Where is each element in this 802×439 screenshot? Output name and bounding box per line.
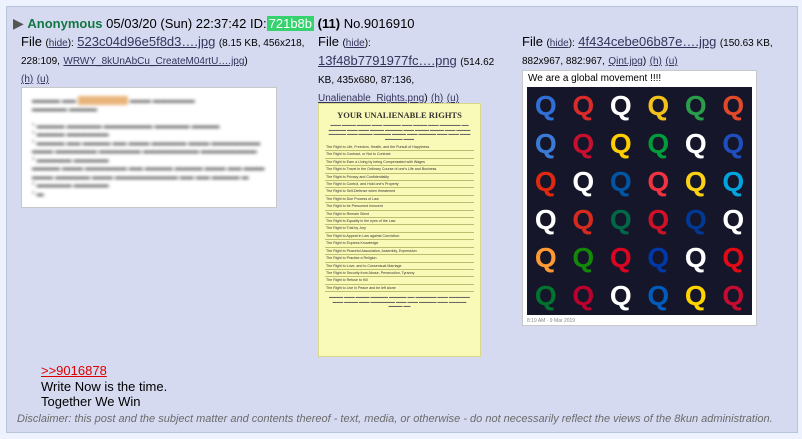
flag-q-icon: Q (572, 204, 595, 235)
file-label: File (21, 34, 42, 49)
flag-q-icon: Q (609, 280, 632, 311)
post-no-link[interactable]: No. (344, 16, 364, 31)
flag-q-icon: Q (534, 90, 557, 121)
hash-search-link[interactable]: (h) (650, 56, 662, 67)
file-thumbnail-3[interactable]: We are a global movement !!!! QQQQQQQQQQ… (522, 70, 757, 326)
hide-file-link[interactable]: hide (346, 38, 365, 49)
flag-q-icon: Q (534, 128, 557, 159)
image-caption: We are a global movement !!!! (528, 73, 662, 84)
flag-q-icon: Q (684, 204, 707, 235)
flag-q-icon: Q (572, 280, 595, 311)
file-label: File (318, 34, 339, 49)
post-menu-triangle-icon[interactable]: ▶ (13, 15, 24, 31)
flag-q-icon: Q (534, 280, 557, 311)
poster-name: Anonymous (27, 16, 103, 31)
flag-q-icon: Q (684, 242, 707, 273)
flag-q-icon: Q (534, 242, 557, 273)
poster-id[interactable]: 721b8b (266, 16, 315, 31)
flag-q-icon: Q (572, 90, 595, 121)
file-label: File (522, 34, 543, 49)
flag-q-icon: Q (722, 90, 745, 121)
body-line: Write Now is the time. (41, 378, 168, 394)
flag-q-icon: Q (609, 166, 632, 197)
flag-q-icon: Q (684, 280, 707, 311)
post-datetime: 05/03/20 (Sun) 22:37:42 (106, 16, 247, 31)
flag-q-icon: Q (647, 242, 670, 273)
post-body: >>9016878 Write Now is the time. Togethe… (41, 363, 167, 410)
flag-q-icon: Q (609, 204, 632, 235)
body-line: Together We Win (41, 394, 141, 409)
flag-q-icon: Q (647, 204, 670, 235)
hide-file-link[interactable]: hide (550, 38, 569, 49)
file-original-name-link[interactable]: Qint.jpg (608, 56, 642, 67)
q-flag-grid: QQQQQQQQQQQQQQQQQQQQQQQQQQQQQQQQQQQQ (527, 87, 752, 315)
rights-list: The Right to Life, Freedom, Health, and … (325, 144, 474, 293)
flag-q-icon: Q (609, 128, 632, 159)
flag-q-icon: Q (572, 242, 595, 273)
flag-q-icon: Q (722, 128, 745, 159)
upload-search-link[interactable]: (u) (37, 74, 49, 85)
flag-q-icon: Q (684, 166, 707, 197)
flag-q-icon: Q (534, 204, 557, 235)
file-original-name-link[interactable]: WRWY_8kUnAbCu_CreateM04rtU….jpg (63, 56, 244, 67)
file-name-link[interactable]: 13f48b7791977fc….png (318, 53, 457, 68)
flag-q-icon: Q (722, 242, 745, 273)
file-name-link[interactable]: 4f434cebe06b87e….jpg (578, 34, 716, 49)
file-info-3: File (hide): 4f434cebe06b87e….jpg (150.6… (522, 34, 773, 67)
upload-search-link[interactable]: (u) (665, 56, 677, 67)
hide-file-link[interactable]: hide (49, 38, 68, 49)
hash-search-link[interactable]: (h) (21, 74, 33, 85)
flag-q-icon: Q (572, 166, 595, 197)
flag-q-icon: Q (647, 166, 670, 197)
flag-q-icon: Q (684, 128, 707, 159)
disclaimer: Disclaimer: this post and the subject ma… (17, 413, 773, 425)
file-info-2: File (hide): 13f48b7791977fc….png (514.6… (318, 34, 495, 104)
flag-q-icon: Q (722, 280, 745, 311)
flag-q-icon: Q (684, 90, 707, 121)
flag-q-icon: Q (722, 204, 745, 235)
file-info-1: File (hide): 523c04d96e5f8d3….jpg (8.15 … (21, 34, 305, 85)
flag-q-icon: Q (722, 166, 745, 197)
file-name-link[interactable]: 523c04d96e5f8d3….jpg (77, 34, 215, 49)
post-intro: ▶ Anonymous 05/03/20 (Sun) 22:37:42 ID: 7… (13, 15, 415, 32)
post-count: (11) (317, 16, 341, 31)
quote-link[interactable]: >>9016878 (41, 363, 107, 378)
post-number-link[interactable]: 9016910 (364, 16, 415, 31)
flag-q-icon: Q (572, 128, 595, 159)
file-thumbnail-2[interactable]: YOUR UNALIENABLE RIGHTS ▬▬▬ ▬▬▬▬ ▬▬▬▬ ▬▬… (318, 103, 481, 357)
flag-q-icon: Q (534, 166, 557, 197)
poster-id-label: ID: (250, 16, 267, 31)
flag-q-icon: Q (647, 280, 670, 311)
flag-q-icon: Q (609, 90, 632, 121)
file-thumbnail-1[interactable]: ▬▬▬▬ ▬▬ ▬▬▬ ▬▬▬▬▬▬ ▬▬▬▬▬ ▬▬▬▬ * ▬▬▬▬ ▬▬▬… (21, 87, 277, 208)
post-container: ▶ Anonymous 05/03/20 (Sun) 22:37:42 ID: 7… (6, 6, 798, 433)
flag-q-icon: Q (647, 90, 670, 121)
flag-q-icon: Q (647, 128, 670, 159)
flag-q-icon: Q (609, 242, 632, 273)
